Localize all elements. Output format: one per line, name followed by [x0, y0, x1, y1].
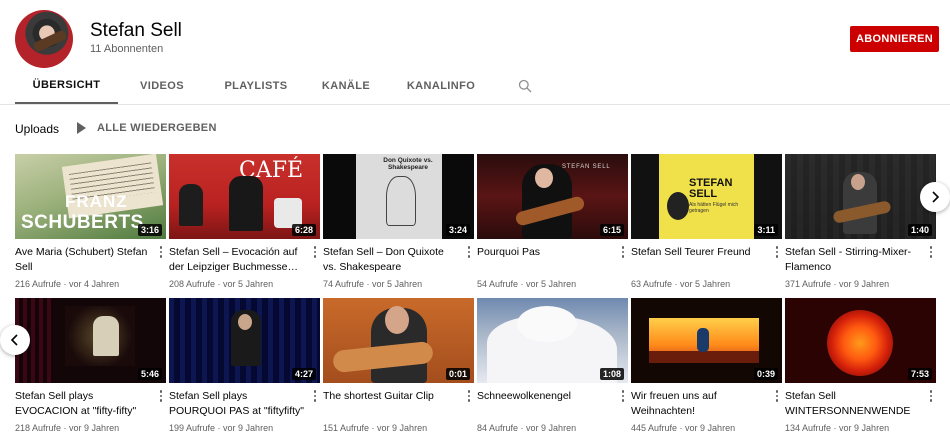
- video-card[interactable]: 0:39 Wir freuen uns auf Weihnachten! 445…: [631, 298, 782, 433]
- video-meta: 84 Aufrufe · vor 9 Jahren: [477, 423, 577, 433]
- video-title[interactable]: Stefan Sell Teurer Freund: [631, 245, 782, 275]
- video-thumbnail[interactable]: 5:46: [15, 298, 166, 383]
- video-card[interactable]: Don Quixote vs. Shakespeare 3:24 Stefan …: [323, 154, 474, 289]
- tabs-divider: [0, 104, 950, 105]
- video-card[interactable]: STEFAN SELL 6:15 Pourquoi Pas 54 Aufrufe…: [477, 154, 628, 289]
- video-card[interactable]: 1:08 Schneewolkenengel 84 Aufrufe · vor …: [477, 298, 628, 433]
- video-title[interactable]: Ave Maria (Schubert) Stefan Sell: [15, 245, 166, 275]
- video-duration: 1:08: [599, 368, 624, 380]
- more-vert-icon[interactable]: [310, 389, 320, 403]
- shelf-title[interactable]: Uploads: [15, 122, 59, 136]
- video-duration: 0:01: [445, 368, 470, 380]
- video-title[interactable]: Stefan Sell – Don Quixote vs. Shakespear…: [323, 245, 474, 275]
- subscribe-button[interactable]: ABONNIEREN: [850, 26, 939, 52]
- video-duration: 7:53: [907, 368, 932, 380]
- more-vert-icon[interactable]: [156, 389, 166, 403]
- video-thumbnail[interactable]: 7:53: [785, 298, 936, 383]
- video-card[interactable]: 0:01 The shortest Guitar Clip 151 Aufruf…: [323, 298, 474, 433]
- more-vert-icon[interactable]: [926, 245, 936, 259]
- video-thumbnail[interactable]: 1:40: [785, 154, 936, 239]
- video-thumbnail[interactable]: Don Quixote vs. Shakespeare 3:24: [323, 154, 474, 239]
- chevron-right-icon[interactable]: [920, 182, 950, 212]
- video-title[interactable]: Pourquoi Pas: [477, 245, 628, 275]
- video-thumbnail[interactable]: STEFAN SELL 6:15: [477, 154, 628, 239]
- video-title[interactable]: Stefan Sell WINTERSONNENWENDE: [785, 389, 936, 419]
- video-card[interactable]: 1:40 Stefan Sell - Stirring-Mixer-Flamen…: [785, 154, 936, 289]
- video-meta: 199 Aufrufe · vor 9 Jahren: [169, 423, 274, 433]
- more-vert-icon[interactable]: [772, 245, 782, 259]
- thumbnail-text: STEFAN SELL: [689, 177, 733, 200]
- video-card[interactable]: FRANZ SCHUBERTS 3:16 Ave Maria (Schubert…: [15, 154, 166, 289]
- video-card[interactable]: CAFÉ 6:28 Stefan Sell – Evocación auf de…: [169, 154, 320, 289]
- video-thumbnail[interactable]: CAFÉ 6:28: [169, 154, 320, 239]
- video-duration: 1:40: [907, 224, 932, 236]
- thumbnail-text: Don Quixote vs. Shakespeare: [383, 157, 433, 171]
- video-thumbnail[interactable]: 1:08: [477, 298, 628, 383]
- video-duration: 3:11: [754, 224, 778, 236]
- video-thumbnail[interactable]: 4:27: [169, 298, 320, 383]
- video-meta: 54 Aufrufe · vor 5 Jahren: [477, 279, 577, 289]
- video-meta: 216 Aufrufe · vor 4 Jahren: [15, 279, 120, 289]
- more-vert-icon[interactable]: [464, 389, 474, 403]
- video-card[interactable]: STEFAN SELL Als hätten Flügel mich getra…: [631, 154, 782, 289]
- video-title[interactable]: Stefan Sell plays EVOCACION at "fifty-fi…: [15, 389, 166, 419]
- thumbnail-text: FRANZ: [65, 192, 128, 211]
- more-vert-icon[interactable]: [618, 389, 628, 403]
- video-title[interactable]: Stefan Sell - Stirring-Mixer-Flamenco: [785, 245, 936, 275]
- video-thumbnail[interactable]: 0:01: [323, 298, 474, 383]
- more-vert-icon[interactable]: [926, 389, 936, 403]
- more-vert-icon[interactable]: [464, 245, 474, 259]
- video-title[interactable]: The shortest Guitar Clip: [323, 389, 474, 419]
- video-duration: 6:28: [291, 224, 316, 236]
- tab-videos[interactable]: VIDEOS: [118, 68, 206, 104]
- video-duration: 5:46: [137, 368, 162, 380]
- video-meta: 63 Aufrufe · vor 5 Jahren: [631, 279, 731, 289]
- video-duration: 3:16: [137, 224, 162, 236]
- more-vert-icon[interactable]: [156, 245, 166, 259]
- video-meta: 371 Aufrufe · vor 9 Jahren: [785, 279, 890, 289]
- chevron-left-icon[interactable]: [0, 325, 30, 355]
- thumbnail-text: Als hätten Flügel mich getragen: [689, 202, 739, 214]
- video-meta: 218 Aufrufe · vor 9 Jahren: [15, 423, 120, 433]
- video-card[interactable]: 5:46 Stefan Sell plays EVOCACION at "fif…: [15, 298, 166, 433]
- video-title[interactable]: Stefan Sell – Evocación auf der Leipzige…: [169, 245, 320, 275]
- play-all-button[interactable]: ALLE WIEDERGEBEN: [77, 122, 217, 134]
- video-meta: 74 Aufrufe · vor 5 Jahren: [323, 279, 423, 289]
- thumbnail-text: SCHUBERTS: [21, 212, 144, 233]
- channel-name: Stefan Sell: [90, 20, 182, 41]
- video-meta: 134 Aufrufe · vor 9 Jahren: [785, 423, 890, 433]
- video-title[interactable]: Stefan Sell plays POURQUOI PAS at "fifty…: [169, 389, 320, 419]
- search-icon[interactable]: [510, 68, 540, 104]
- video-duration: 4:27: [291, 368, 316, 380]
- video-meta: 151 Aufrufe · vor 9 Jahren: [323, 423, 428, 433]
- video-title[interactable]: Wir freuen uns auf Weihnachten!: [631, 389, 782, 419]
- more-vert-icon[interactable]: [618, 245, 628, 259]
- tab-channels[interactable]: KANÄLE: [306, 68, 386, 104]
- video-meta: 445 Aufrufe · vor 9 Jahren: [631, 423, 736, 433]
- tab-playlists[interactable]: PLAYLISTS: [206, 68, 306, 104]
- video-duration: 0:39: [753, 368, 778, 380]
- video-duration: 6:15: [599, 224, 624, 236]
- thumbnail-text: STEFAN SELL: [562, 164, 611, 170]
- play-icon: [77, 122, 86, 134]
- tab-overview[interactable]: ÜBERSICHT: [15, 68, 118, 104]
- video-duration: 3:24: [445, 224, 470, 236]
- more-vert-icon[interactable]: [310, 245, 320, 259]
- video-title[interactable]: Schneewolkenengel: [477, 389, 628, 419]
- video-card[interactable]: 7:53 Stefan Sell WINTERSONNENWENDE 134 A…: [785, 298, 936, 433]
- play-all-label: ALLE WIEDERGEBEN: [97, 122, 217, 134]
- video-meta: 208 Aufrufe · vor 5 Jahren: [169, 279, 274, 289]
- more-vert-icon[interactable]: [772, 389, 782, 403]
- channel-tabs: ÜBERSICHT VIDEOS PLAYLISTS KANÄLE KANALI…: [15, 68, 540, 104]
- video-thumbnail[interactable]: 0:39: [631, 298, 782, 383]
- video-card[interactable]: 4:27 Stefan Sell plays POURQUOI PAS at "…: [169, 298, 320, 433]
- video-thumbnail[interactable]: STEFAN SELL Als hätten Flügel mich getra…: [631, 154, 782, 239]
- video-thumbnail[interactable]: FRANZ SCHUBERTS 3:16: [15, 154, 166, 239]
- tab-about[interactable]: KANALINFO: [386, 68, 496, 104]
- channel-avatar[interactable]: [15, 10, 73, 68]
- subscriber-count: 11 Abonnenten: [90, 43, 164, 55]
